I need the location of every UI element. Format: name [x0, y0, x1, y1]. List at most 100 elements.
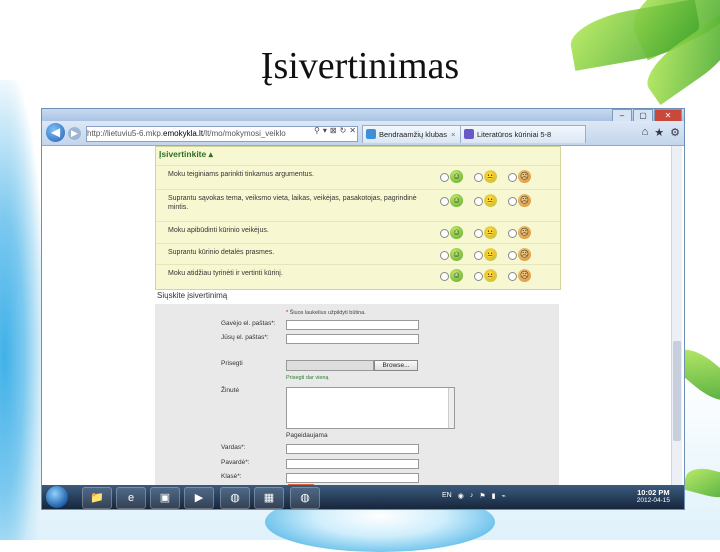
address-prefix: http://lietuviu5-6.mkp. — [87, 129, 164, 138]
rating-radio[interactable] — [474, 272, 483, 281]
surname-input[interactable] — [286, 459, 419, 469]
firefox-window-icon[interactable]: ◍ — [290, 487, 320, 509]
dropdown-icon[interactable]: ▾ — [323, 126, 327, 135]
rating-option-sad[interactable]: ☹ — [508, 226, 542, 240]
forward-button[interactable]: ▶ — [68, 127, 81, 140]
self-assessment-statement: Moku teiginiams parinkti tinkamus argume… — [168, 171, 314, 178]
search-icon[interactable]: ⚲ — [314, 126, 320, 135]
power-icon[interactable]: ⌁ — [501, 492, 505, 500]
slide-title: Įsivertinimas — [260, 45, 460, 87]
language-indicator[interactable]: EN — [442, 492, 452, 500]
home-icon[interactable]: ⌂ — [642, 126, 649, 139]
browse-button[interactable]: Browse... — [374, 360, 418, 371]
tab-close-icon[interactable]: × — [451, 130, 455, 139]
sad-face-icon: ☹ — [518, 248, 531, 261]
refresh-icon[interactable]: ↻ — [340, 126, 347, 135]
volume-icon[interactable]: ♪ — [470, 492, 474, 500]
web-page: Įsivertinkite ▴ Moku teiginiams parinkti… — [42, 146, 684, 488]
sad-face-icon: ☹ — [518, 170, 531, 183]
internet-explorer-icon[interactable]: e — [116, 487, 146, 509]
rating-option-sad[interactable]: ☹ — [508, 170, 542, 184]
powerpoint-icon[interactable]: ▣ — [150, 487, 180, 509]
signal-icon[interactable]: ▮ — [492, 492, 496, 500]
rating-option-neutral[interactable]: 😐 — [474, 269, 508, 283]
window-titlebar: – ▢ ✕ — [42, 109, 684, 122]
rating-radio[interactable] — [440, 251, 449, 260]
system-tray: EN ◉ ♪ ⚑ ▮ ⌁ — [442, 492, 506, 500]
rating-radio[interactable] — [474, 229, 483, 238]
name-input[interactable] — [286, 444, 419, 454]
sad-face-icon: ☹ — [518, 269, 531, 282]
class-input[interactable] — [286, 473, 419, 483]
sad-face-icon: ☹ — [518, 194, 531, 207]
rating-option-sad[interactable]: ☹ — [508, 248, 542, 262]
rating-radio[interactable] — [474, 173, 483, 182]
rating-option-happy[interactable]: ☺ — [440, 248, 474, 262]
rating-option-happy[interactable]: ☺ — [440, 269, 474, 283]
compat-icon[interactable]: ⊠ — [330, 126, 337, 135]
network-icon[interactable]: ◉ — [458, 492, 464, 500]
self-assessment-title[interactable]: Įsivertinkite ▴ — [159, 149, 213, 160]
tab-bendraamziu-klubas[interactable]: Bendraamžių klubas × — [362, 125, 468, 143]
settings-gear-icon[interactable]: ⚙ — [670, 126, 680, 139]
textarea-scrollbar[interactable] — [448, 388, 454, 428]
neutral-face-icon: 😐 — [484, 194, 497, 207]
rating-radio[interactable] — [508, 251, 517, 260]
recipient-email-label: Gavėjo el. paštas*: — [221, 320, 276, 327]
start-button[interactable] — [46, 486, 68, 508]
rating-radio[interactable] — [474, 197, 483, 206]
self-assessment-statement: Suprantu sąvokas tema, veiksmo vieta, la… — [168, 195, 417, 211]
self-assessment-row: Moku atidžiau tyrinėti ir vertinti kūrin… — [156, 264, 560, 287]
rating-option-neutral[interactable]: 😐 — [474, 248, 508, 262]
rating-option-happy[interactable]: ☺ — [440, 226, 474, 240]
self-assessment-row: Moku teiginiams parinkti tinkamus argume… — [156, 165, 560, 188]
self-assessment-statement: Suprantu kūrinio detalės prasmes. — [168, 249, 275, 256]
rating-option-happy[interactable]: ☺ — [440, 194, 474, 208]
rating-radio[interactable] — [440, 197, 449, 206]
rating-option-sad[interactable]: ☹ — [508, 269, 542, 283]
firefox-icon[interactable]: ◍ — [220, 487, 250, 509]
rating-option-sad[interactable]: ☹ — [508, 194, 542, 208]
tab-label: Literatūros kūriniai 5-8 — [477, 130, 552, 139]
rating-option-neutral[interactable]: 😐 — [474, 194, 508, 208]
attach-more-link[interactable]: Prisegti dar vieną — [286, 375, 329, 381]
favorites-icon[interactable]: ★ — [654, 126, 664, 139]
self-assessment-statement: Moku atidžiau tyrinėti ir vertinti kūrin… — [168, 270, 283, 277]
rating-radio[interactable] — [440, 173, 449, 182]
recipient-email-input[interactable] — [286, 320, 419, 330]
explorer-folder-icon[interactable]: 📁 — [82, 487, 112, 509]
scrollbar-thumb[interactable] — [673, 341, 681, 441]
self-assessment-statement: Moku apibūdinti kūrinio veikėjus. — [168, 227, 269, 234]
rating-radio[interactable] — [508, 272, 517, 281]
attach-file-input[interactable] — [286, 360, 374, 371]
your-email-input[interactable] — [286, 334, 419, 344]
required-note-text: Šiuos laukelius užpildyti būtina. — [289, 310, 366, 316]
rating-radio[interactable] — [508, 197, 517, 206]
send-form: * Šiuos laukelius užpildyti būtina. Gavė… — [155, 304, 559, 488]
rating-option-neutral[interactable]: 😐 — [474, 170, 508, 184]
required-note: * Šiuos laukelius užpildyti būtina. — [286, 310, 366, 316]
windows-taskbar: 📁 e ▣ ▶ ◍ ▦ ◍ EN ◉ ♪ ⚑ ▮ ⌁ 10:02 PM 2012-04-15 — [42, 485, 684, 509]
back-button[interactable]: ◀ — [46, 123, 65, 142]
self-assessment-panel: Įsivertinkite ▴ Moku teiginiams parinkti… — [155, 146, 561, 290]
message-label: Žinutė — [221, 387, 240, 394]
flag-icon[interactable]: ⚑ — [479, 492, 485, 500]
rating-radio[interactable] — [508, 229, 517, 238]
clock-date: 2012-04-15 — [636, 497, 670, 504]
page-scrollbar[interactable] — [671, 146, 682, 486]
message-textarea[interactable] — [286, 387, 455, 429]
browser-screenshot: – ▢ ✕ ◀ ▶ http://lietuviu5-6.mkp.emokykl… — [41, 108, 685, 510]
address-icons: ⚲ ▾ ⊠ ↻ ✕ — [314, 126, 356, 135]
rating-radio[interactable] — [440, 229, 449, 238]
self-assessment-row: Moku apibūdinti kūrinio veikėjus. ☺ 😐 ☹ — [156, 221, 560, 244]
notepad-icon[interactable]: ▦ — [254, 487, 284, 509]
rating-radio[interactable] — [508, 173, 517, 182]
clock[interactable]: 10:02 PM 2012-04-15 — [637, 488, 670, 504]
stop-icon[interactable]: ✕ — [349, 126, 356, 135]
tab-literaturos-kuriniai[interactable]: Literatūros kūriniai 5-8 — [460, 125, 586, 143]
rating-radio[interactable] — [474, 251, 483, 260]
rating-radio[interactable] — [440, 272, 449, 281]
media-player-icon[interactable]: ▶ — [184, 487, 214, 509]
rating-option-happy[interactable]: ☺ — [440, 170, 474, 184]
rating-option-neutral[interactable]: 😐 — [474, 226, 508, 240]
